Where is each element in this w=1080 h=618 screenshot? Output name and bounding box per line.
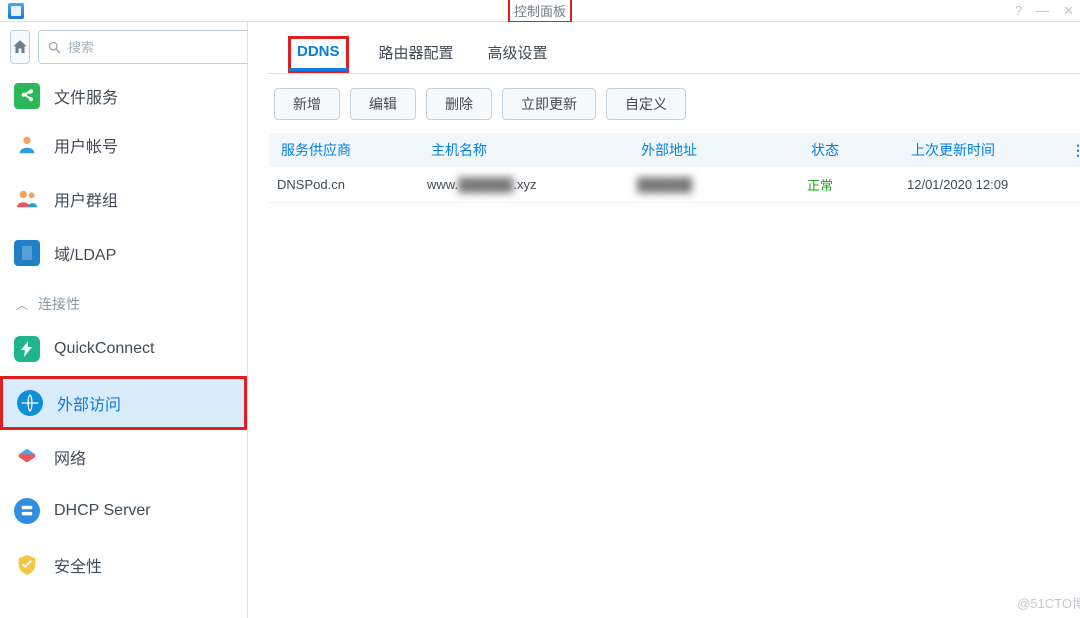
sidebar-item-user-group[interactable]: 用户群组 <box>0 172 247 226</box>
search-input[interactable] <box>68 40 244 55</box>
search-row <box>0 30 247 74</box>
cell-last-update: 12/01/2020 12:09 <box>907 177 1067 192</box>
watermark: @51CTO博客 <box>1017 593 1080 612</box>
tab-advanced[interactable]: 高级设置 <box>484 36 552 73</box>
tab-router-config[interactable]: 路由器配置 <box>375 36 458 73</box>
sidebar-item-label: 域/LDAP <box>54 241 116 265</box>
app-icon <box>8 3 24 19</box>
sidebar-item-label: 网络 <box>54 445 86 469</box>
section-label: 连接性 <box>38 294 80 314</box>
th-status[interactable]: 状态 <box>807 140 907 160</box>
bolt-icon <box>14 336 40 362</box>
tab-ddns[interactable]: DDNS <box>288 36 349 73</box>
th-external-addr[interactable]: 外部地址 <box>637 140 807 160</box>
tab-label: 路由器配置 <box>379 45 454 62</box>
sidebar-item-label: QuickConnect <box>54 340 155 358</box>
sidebar-item-label: 安全性 <box>54 553 102 577</box>
tab-label: DDNS <box>297 43 340 60</box>
minimize-button[interactable]: — <box>1036 3 1049 19</box>
update-now-button[interactable]: 立即更新 <box>502 88 596 120</box>
sidebar-item-label: 用户帐号 <box>54 133 118 157</box>
sidebar-item-security[interactable]: 安全性 <box>0 538 247 592</box>
sidebar-item-label: 外部访问 <box>57 391 121 415</box>
sidebar-item-domain-ldap[interactable]: 域/LDAP <box>0 226 247 280</box>
table-header: 服务供应商 主机名称 外部地址 状态 上次更新时间 ⋮ <box>269 133 1080 167</box>
app-body: 文件服务 用户帐号 用户群组 域/LDAP ︿ 连接性 <box>0 22 1080 618</box>
chevron-up-icon: ︿ <box>16 296 28 313</box>
sidebar-item-dhcp[interactable]: DHCP Server <box>0 484 247 538</box>
server-icon <box>14 498 40 524</box>
network-icon <box>14 444 40 470</box>
home-button[interactable] <box>10 30 30 64</box>
search-icon <box>47 40 62 55</box>
ddns-table: 服务供应商 主机名称 外部地址 状态 上次更新时间 ⋮ DNSPod.cn ww… <box>268 132 1080 204</box>
cell-hostname: www.██████.xyz <box>427 177 637 192</box>
delete-button[interactable]: 删除 <box>426 88 492 120</box>
sidebar-item-label: 用户群组 <box>54 187 118 211</box>
shield-icon <box>14 552 40 578</box>
search-input-wrapper[interactable] <box>38 30 253 64</box>
sidebar-item-user-account[interactable]: 用户帐号 <box>0 118 247 172</box>
section-connectivity[interactable]: ︿ 连接性 <box>0 280 247 322</box>
home-icon <box>11 38 29 56</box>
toolbar: 新增 编辑 删除 立即更新 自定义 <box>268 74 1080 132</box>
sidebar-item-label: DHCP Server <box>54 502 151 520</box>
cell-status: 正常 <box>807 175 907 194</box>
sidebar-item-external-access[interactable]: 外部访问 <box>0 376 247 430</box>
users-icon <box>14 186 40 212</box>
cell-external-addr: ██████ <box>637 177 807 192</box>
globe-icon <box>17 390 43 416</box>
user-icon <box>14 132 40 158</box>
edit-button[interactable]: 编辑 <box>350 88 416 120</box>
window-controls: ? — ✕ <box>1015 3 1074 19</box>
sidebar-item-quickconnect[interactable]: QuickConnect <box>0 322 247 376</box>
sidebar-item-label: 文件服务 <box>54 84 118 108</box>
table-more-icon[interactable]: ⋮ <box>1067 142 1080 159</box>
sidebar-item-file-service[interactable]: 文件服务 <box>0 74 247 118</box>
th-provider[interactable]: 服务供应商 <box>277 140 427 160</box>
add-button[interactable]: 新增 <box>274 88 340 120</box>
book-icon <box>14 240 40 266</box>
th-last-update[interactable]: 上次更新时间 <box>907 140 1067 160</box>
titlebar: 控制面板 ? — ✕ <box>0 0 1080 22</box>
close-button[interactable]: ✕ <box>1063 3 1074 19</box>
share-icon <box>14 83 40 109</box>
table-row[interactable]: DNSPod.cn www.██████.xyz ██████ 正常 12/01… <box>269 167 1080 203</box>
cell-provider: DNSPod.cn <box>277 177 427 192</box>
th-hostname[interactable]: 主机名称 <box>427 140 637 160</box>
custom-button[interactable]: 自定义 <box>606 88 686 120</box>
sidebar-item-network[interactable]: 网络 <box>0 430 247 484</box>
help-button[interactable]: ? <box>1015 3 1022 19</box>
window-title: 控制面板 <box>508 0 572 23</box>
tabs: DDNS 路由器配置 高级设置 <box>268 32 1080 74</box>
sidebar: 文件服务 用户帐号 用户群组 域/LDAP ︿ 连接性 <box>0 22 248 618</box>
main-panel: DDNS 路由器配置 高级设置 新增 编辑 删除 立即更新 自定义 服务供应商 … <box>248 22 1080 618</box>
tab-label: 高级设置 <box>488 45 548 62</box>
